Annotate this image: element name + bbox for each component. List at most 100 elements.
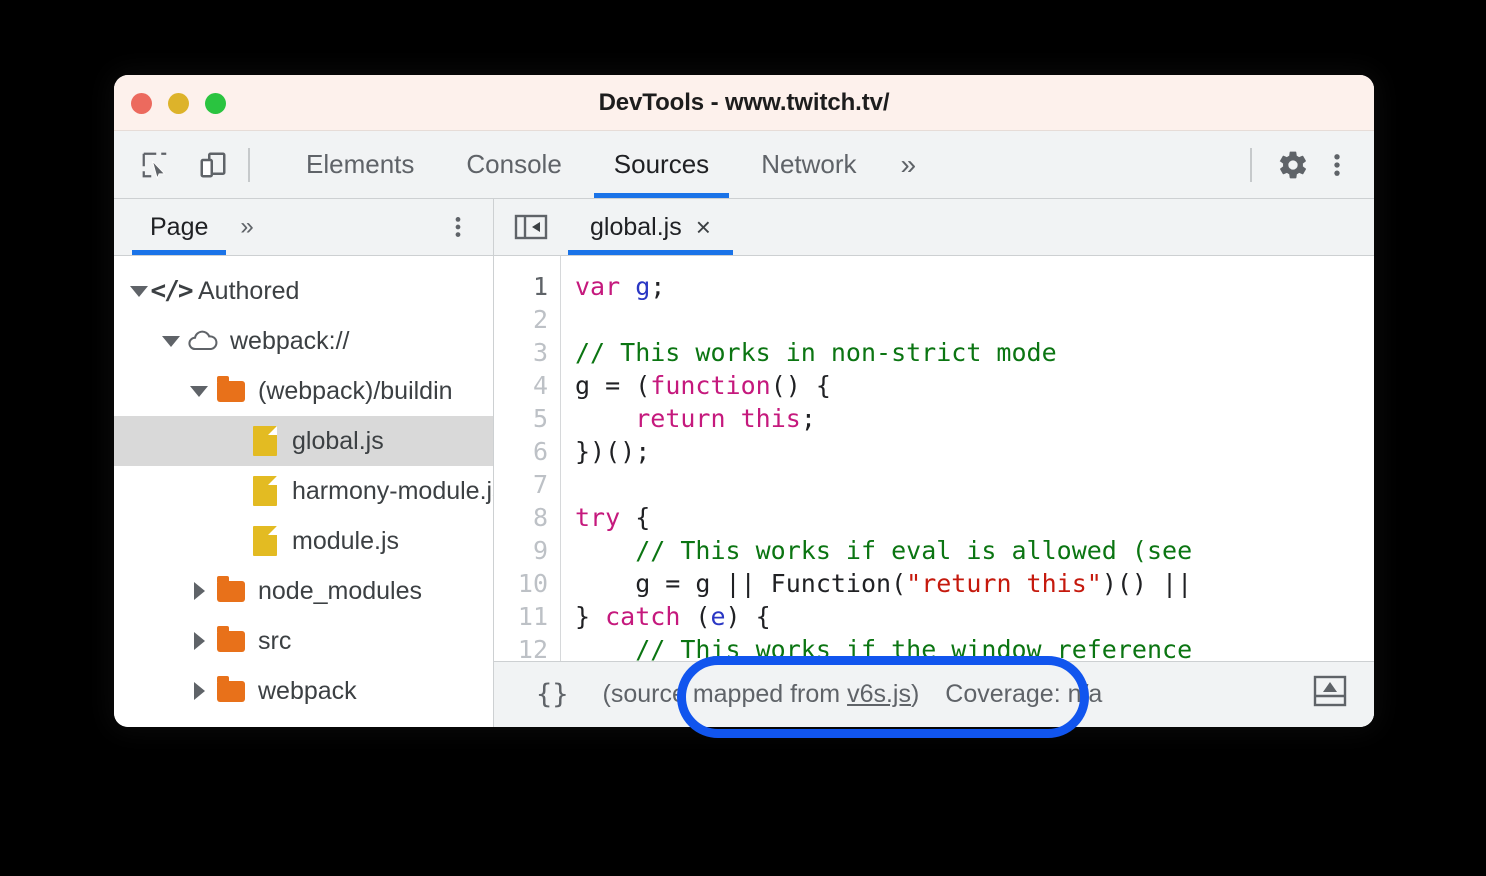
code-line: // This works in non-strict mode	[575, 338, 1057, 367]
traffic-lights	[131, 93, 226, 114]
tree-item-src[interactable]: src	[114, 616, 493, 666]
line-number: 7	[532, 470, 548, 499]
maximize-window-button[interactable]	[205, 93, 226, 114]
tab-sources[interactable]: Sources	[588, 131, 735, 198]
tree-item-label: node_modules	[258, 576, 423, 605]
toolbar-right-group	[1234, 146, 1356, 184]
show-drawer-button[interactable]	[1312, 674, 1348, 715]
cloud-glyph	[188, 330, 218, 350]
settings-button[interactable]	[1274, 146, 1312, 184]
devtools-body: Page » </> Authored webpack:// (webpack)…	[114, 199, 1374, 727]
line-number: 3	[532, 338, 548, 367]
twisty-right-icon[interactable]	[186, 582, 212, 600]
editor-tab-global-js[interactable]: global.js ×	[568, 199, 733, 255]
show-navigator-icon	[514, 214, 548, 240]
source-mapped-prefix: (source mapped from	[602, 680, 848, 708]
line-number: 12	[517, 635, 548, 661]
device-toolbar-button[interactable]	[194, 146, 232, 184]
file-icon	[246, 426, 284, 456]
code-content[interactable]: var g; // This works in non-strict mode g…	[561, 256, 1374, 661]
twisty-right-icon[interactable]	[186, 682, 212, 700]
window-title: DevTools - www.twitch.tv/	[598, 88, 890, 116]
kebab-menu-icon	[455, 217, 461, 237]
tree-item-label: (webpack)/buildin	[258, 376, 453, 405]
tree-item-label: webpack://	[230, 326, 350, 355]
tab-elements[interactable]: Elements	[280, 131, 440, 198]
line-number: 1	[532, 272, 548, 301]
file-icon	[246, 476, 284, 506]
tab-page[interactable]: Page	[132, 199, 227, 255]
devtools-menu-button[interactable]	[1318, 146, 1356, 184]
folder-icon	[212, 625, 250, 652]
tree-item-harmony-module-js[interactable]: harmony-module.js	[114, 466, 493, 516]
cloud-icon	[184, 330, 222, 352]
line-number: 4	[532, 371, 548, 400]
navigator-tabbar: Page »	[114, 199, 493, 256]
tree-item-webpack-origin[interactable]: webpack://	[114, 316, 493, 366]
coverage-status: Coverage: n/a	[945, 680, 1103, 708]
more-panels-button[interactable]: »	[883, 131, 935, 198]
devtools-toolbar: Elements Console Sources Network »	[114, 131, 1374, 199]
twisty-down-icon[interactable]	[186, 385, 212, 397]
gear-icon	[1279, 151, 1307, 178]
toolbar-divider	[248, 147, 250, 182]
editor-tab-label: global.js	[590, 212, 682, 241]
code-line: // This works if eval is allowed (see	[635, 536, 1193, 565]
tab-network[interactable]: Network	[735, 131, 882, 198]
toolbar-icon-group	[136, 146, 232, 184]
navigator-more-button[interactable]: »	[226, 213, 267, 241]
screenshot-root: DevTools - www.twitch.tv/ Elements Conso…	[0, 0, 1486, 876]
inspect-element-button[interactable]	[136, 146, 174, 184]
code-line: try {	[575, 503, 651, 532]
tree-item-webpack[interactable]: webpack	[114, 666, 493, 716]
line-number: 6	[532, 437, 548, 466]
code-line: g = g || Function("return this")() ||	[575, 569, 1193, 598]
twisty-down-icon[interactable]	[126, 285, 152, 297]
kebab-menu-icon	[1334, 153, 1340, 176]
code-viewer[interactable]: 1 2 3 4 5 6 7 8 9 10 11 12 var g; // Thi…	[494, 256, 1374, 661]
folder-icon	[212, 675, 250, 702]
close-window-button[interactable]	[131, 93, 152, 114]
line-number: 10	[517, 569, 548, 598]
tree-item-label: harmony-module.js	[292, 476, 493, 505]
tree-item-authored[interactable]: </> Authored	[114, 266, 493, 316]
source-map-link[interactable]: v6s.js	[847, 680, 911, 708]
tab-console[interactable]: Console	[440, 131, 587, 198]
statusbar-right-group	[1312, 674, 1358, 715]
editor-pane: global.js × 1 2 3 4 5 6 7 8 9 10 11 12 v…	[494, 199, 1374, 727]
code-line: // This works if the window reference	[635, 635, 1193, 661]
minimize-window-button[interactable]	[168, 93, 189, 114]
twisty-right-icon[interactable]	[186, 632, 212, 650]
tree-item-global-js[interactable]: global.js	[114, 416, 493, 466]
code-line: })();	[575, 437, 651, 466]
pretty-print-button[interactable]: {}	[520, 679, 585, 710]
toggle-navigator-button[interactable]	[494, 199, 568, 255]
tree-item-label: global.js	[292, 426, 384, 455]
code-line: return this;	[635, 404, 816, 433]
twisty-down-icon[interactable]	[158, 335, 184, 347]
window-titlebar: DevTools - www.twitch.tv/	[114, 75, 1374, 131]
tree-item-label: src	[258, 626, 292, 655]
code-icon: </>	[150, 276, 194, 306]
navigator-menu-button[interactable]	[423, 214, 493, 240]
tree-item-webpack-buildin[interactable]: (webpack)/buildin	[114, 366, 493, 416]
tree-item-label: Authored	[198, 276, 300, 305]
line-number: 2	[532, 305, 548, 334]
line-number: 11	[517, 602, 548, 631]
source-mapped-suffix: )	[910, 680, 920, 708]
tree-item-node-modules[interactable]: node_modules	[114, 566, 493, 616]
code-line: } catch (e) {	[575, 602, 771, 631]
navigator-pane: Page » </> Authored webpack:// (webpack)…	[114, 199, 494, 727]
close-icon[interactable]: ×	[696, 214, 711, 240]
devtools-window: DevTools - www.twitch.tv/ Elements Conso…	[114, 75, 1374, 727]
toolbar-divider-right	[1250, 147, 1252, 182]
file-icon	[246, 526, 284, 556]
line-number-gutter: 1 2 3 4 5 6 7 8 9 10 11 12	[494, 256, 561, 661]
tree-item-module-js[interactable]: module.js	[114, 516, 493, 566]
folder-icon	[212, 575, 250, 602]
line-number: 9	[532, 536, 548, 565]
line-number: 5	[532, 404, 548, 433]
editor-statusbar: {} (source mapped from v6s.js) Coverage:…	[494, 661, 1374, 727]
